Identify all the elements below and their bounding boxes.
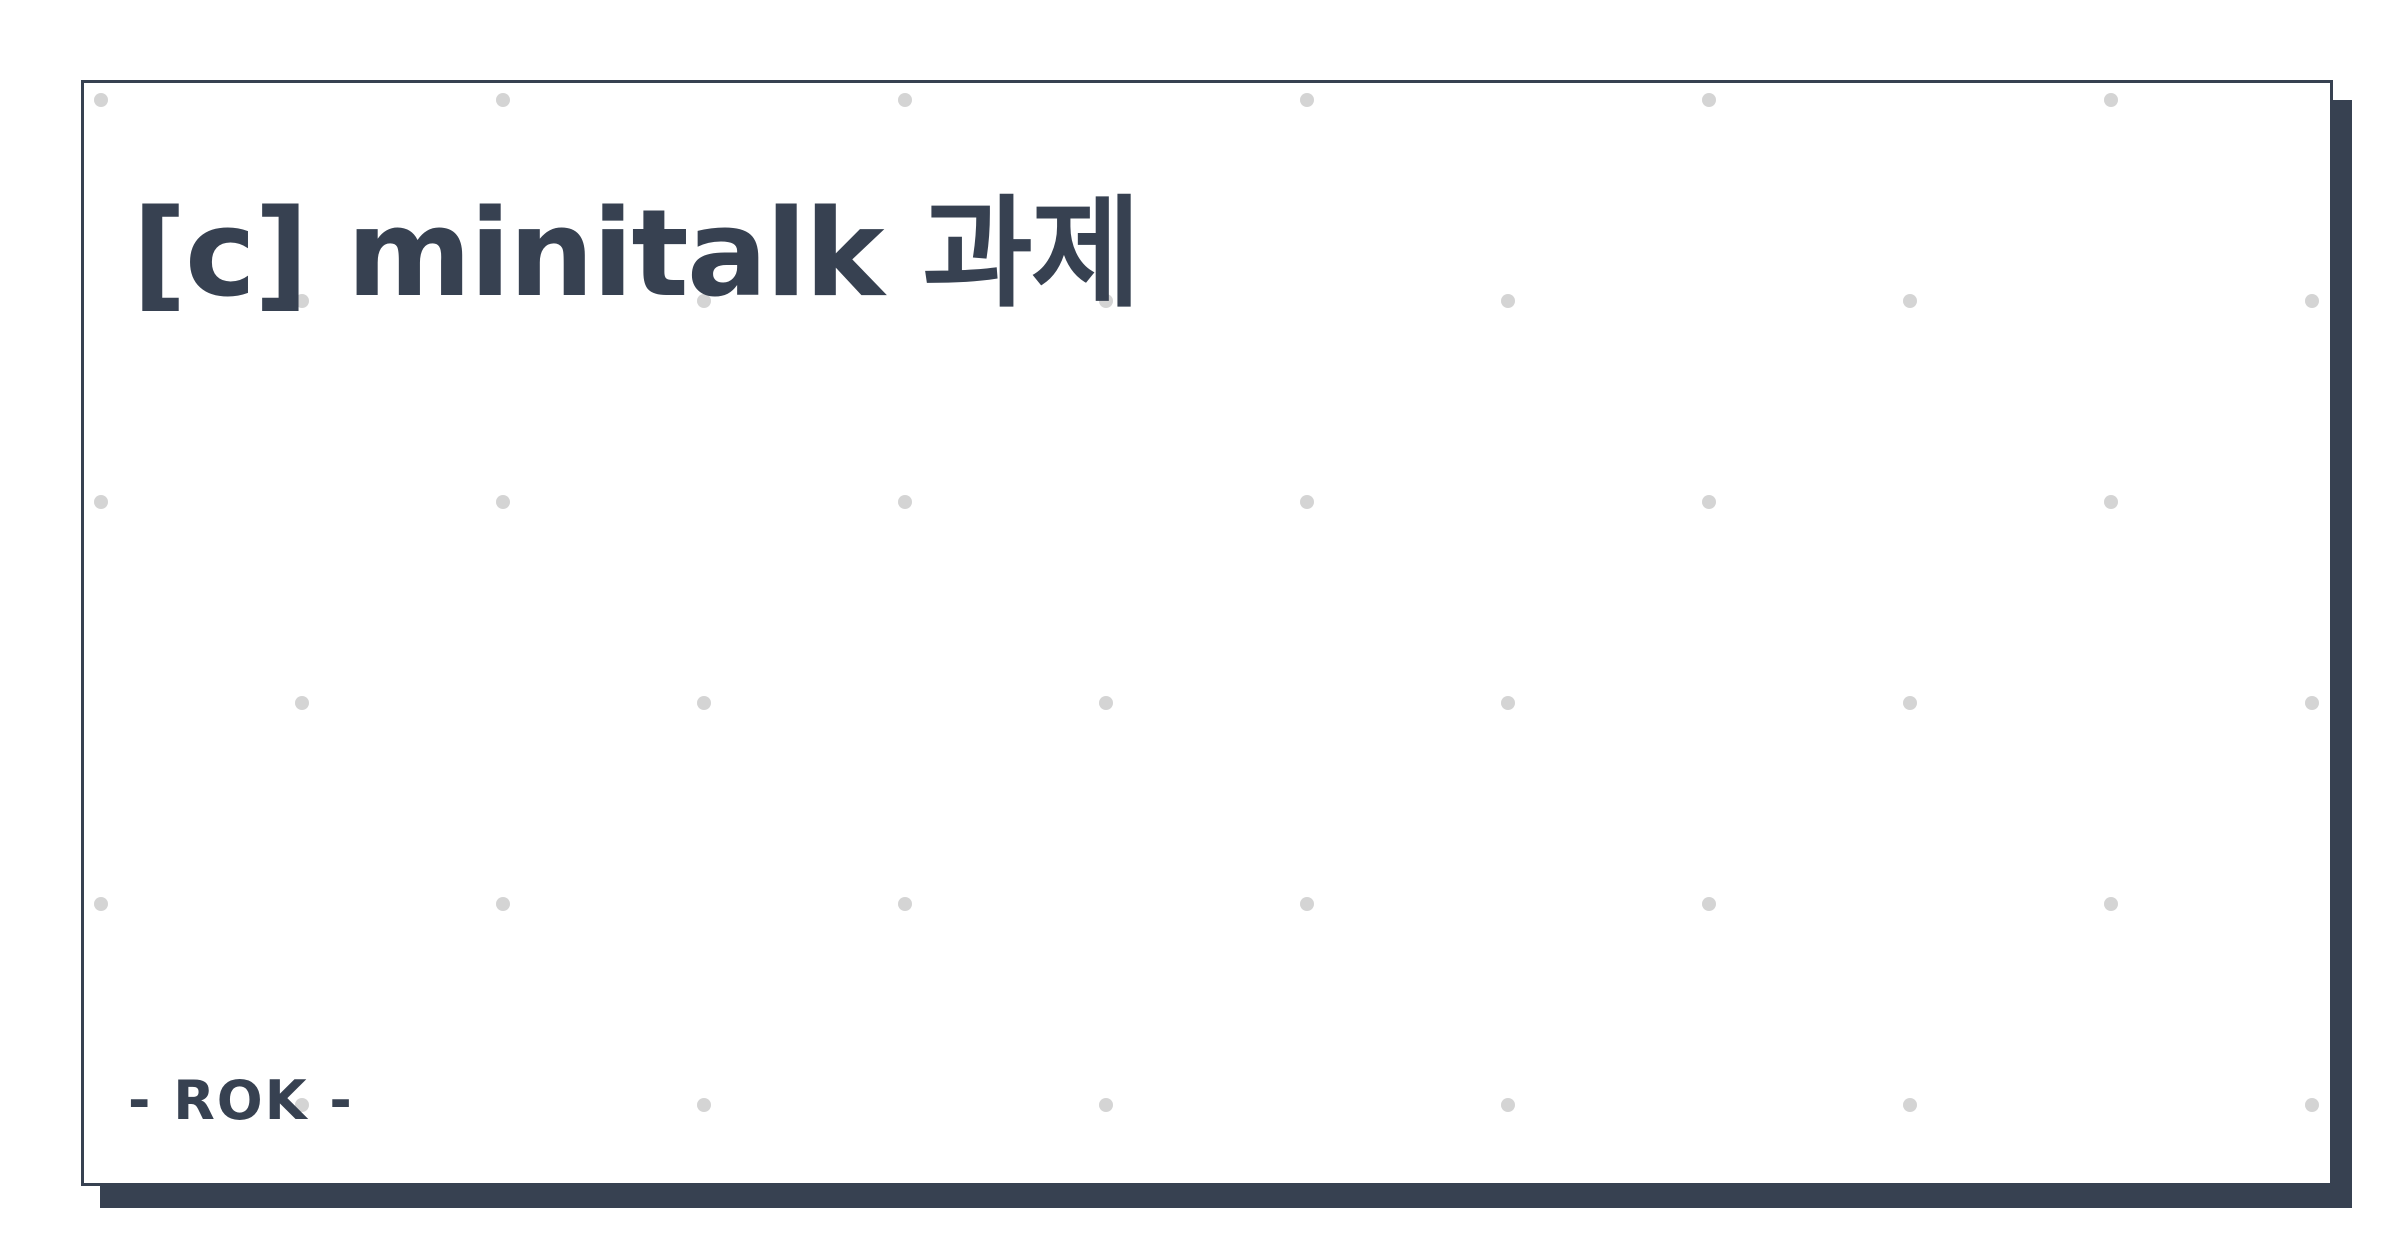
grid-dot bbox=[2305, 294, 2319, 308]
grid-dot bbox=[94, 495, 108, 509]
grid-dot bbox=[1501, 1098, 1515, 1112]
grid-dot bbox=[697, 1098, 711, 1112]
grid-dot bbox=[1501, 696, 1515, 710]
grid-dot bbox=[697, 696, 711, 710]
grid-dot bbox=[94, 93, 108, 107]
grid-dot bbox=[1702, 93, 1716, 107]
grid-dot bbox=[2305, 1098, 2319, 1112]
grid-dot bbox=[898, 897, 912, 911]
grid-dot bbox=[1903, 1098, 1917, 1112]
grid-dot bbox=[1099, 1098, 1113, 1112]
grid-dot bbox=[1501, 294, 1515, 308]
grid-dot bbox=[2104, 897, 2118, 911]
grid-dot bbox=[1903, 696, 1917, 710]
grid-dot bbox=[1099, 696, 1113, 710]
grid-dot bbox=[496, 897, 510, 911]
grid-dot bbox=[1702, 495, 1716, 509]
grid-dot bbox=[898, 93, 912, 107]
grid-dot bbox=[496, 93, 510, 107]
grid-dot bbox=[1300, 495, 1314, 509]
grid-dot bbox=[898, 495, 912, 509]
grid-dot bbox=[295, 696, 309, 710]
grid-dot bbox=[496, 495, 510, 509]
grid-dot bbox=[1702, 897, 1716, 911]
grid-dot bbox=[2104, 495, 2118, 509]
grid-dot bbox=[1903, 294, 1917, 308]
page-title: [c] minitalk 과제 bbox=[132, 185, 1141, 324]
grid-dot bbox=[2104, 93, 2118, 107]
grid-dot bbox=[1300, 897, 1314, 911]
grid-dot bbox=[1300, 93, 1314, 107]
author-signature: - ROK - bbox=[128, 1069, 354, 1132]
thumbnail-card: [c] minitalk 과제 - ROK - bbox=[81, 80, 2333, 1186]
grid-dot bbox=[2305, 696, 2319, 710]
grid-dot bbox=[94, 897, 108, 911]
